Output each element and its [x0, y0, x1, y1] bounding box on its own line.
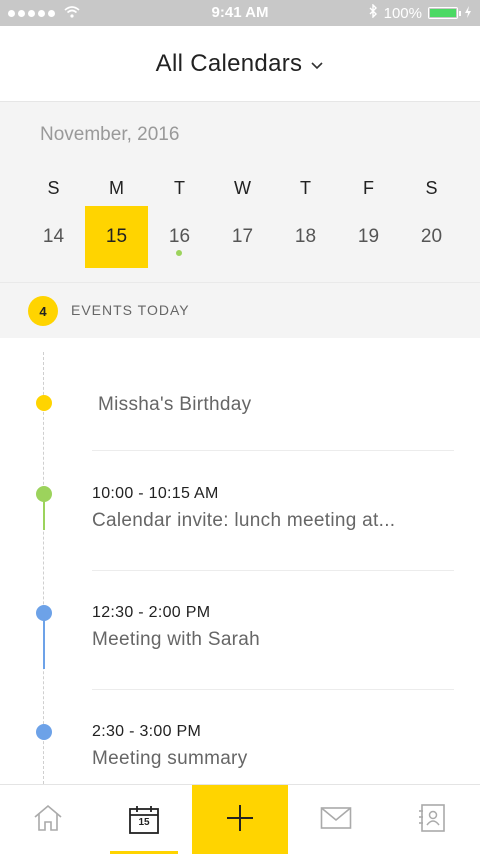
day-number: 20	[420, 226, 443, 247]
event-duration-bar	[43, 500, 45, 530]
weekday-label: T	[300, 178, 311, 198]
battery-icon	[428, 7, 461, 19]
battery-percent: 100%	[383, 4, 422, 22]
calendar-icon: 15	[128, 805, 160, 835]
day-cell[interactable]: 17	[211, 206, 274, 268]
day-number: 19	[357, 226, 380, 247]
event-item[interactable]: 2:30 - 3:00 PM Meeting summary	[0, 690, 480, 784]
event-time: 10:00 - 10:15 AM	[92, 485, 219, 502]
charging-icon	[464, 5, 472, 22]
tab-home[interactable]	[0, 785, 96, 854]
day-number: 18	[294, 226, 317, 247]
day-cell[interactable]: 20	[400, 206, 463, 268]
weekday-label: W	[234, 178, 251, 198]
day-cell[interactable]: 19	[337, 206, 400, 268]
weekday-label: S	[47, 178, 60, 198]
weekday-label: M	[109, 178, 124, 198]
event-time: 2:30 - 3:00 PM	[92, 723, 202, 740]
day-number: 17	[231, 226, 254, 247]
weekday-row: S M T W T F S	[22, 178, 463, 199]
chevron-down-icon	[310, 57, 324, 75]
events-count-badge: 4	[28, 296, 58, 326]
event-item[interactable]: 10:00 - 10:15 AM Calendar invite: lunch …	[0, 450, 480, 571]
event-duration-bar	[43, 619, 45, 669]
event-marker-dot	[36, 724, 52, 740]
week-calendar: November, 2016 S M T W T F S 14 15 16 17…	[0, 102, 480, 282]
weekday-label: S	[425, 178, 438, 198]
tab-messages[interactable]	[288, 785, 384, 854]
calendar-icon-date: 15	[138, 817, 150, 828]
events-today-label: EVENTS TODAY	[71, 302, 190, 318]
contacts-icon	[417, 803, 447, 838]
page-title: All Calendars	[155, 49, 303, 77]
bluetooth-icon	[368, 3, 378, 22]
plus-icon	[225, 803, 255, 838]
day-number: 14	[42, 226, 65, 247]
calendar-selector[interactable]: All Calendars	[0, 26, 480, 102]
weekday-label: F	[363, 178, 374, 198]
tab-contacts[interactable]	[384, 785, 480, 854]
events-timeline: Missha's Birthday 10:00 - 10:15 AM Calen…	[0, 338, 480, 784]
day-cell-selected[interactable]: 15	[85, 206, 148, 268]
month-label: November, 2016	[40, 124, 180, 145]
event-item[interactable]: 12:30 - 2:00 PM Meeting with Sarah	[0, 570, 480, 690]
event-marker-dot	[36, 395, 52, 411]
event-time: 12:30 - 2:00 PM	[92, 604, 211, 621]
weekday-label: T	[174, 178, 185, 198]
tab-bar: 15	[0, 784, 480, 854]
day-number: 15	[105, 226, 128, 247]
event-title: Missha's Birthday	[98, 394, 252, 415]
day-cell[interactable]: 16	[148, 206, 211, 268]
day-number: 16	[168, 226, 191, 247]
add-event-button[interactable]	[192, 785, 288, 854]
status-bar: 9:41 AM 100%	[0, 0, 480, 26]
events-today-header: 4 EVENTS TODAY	[0, 282, 480, 338]
event-title: Meeting summary	[92, 748, 248, 769]
mail-icon	[320, 806, 352, 835]
home-icon	[32, 803, 64, 838]
tab-calendar[interactable]: 15	[96, 785, 192, 854]
day-cell[interactable]: 14	[22, 206, 85, 268]
day-cell[interactable]: 18	[274, 206, 337, 268]
event-title: Meeting with Sarah	[92, 629, 261, 650]
event-indicator-dot	[176, 250, 182, 256]
event-title: Calendar invite: lunch meeting at...	[92, 510, 396, 531]
event-item[interactable]: Missha's Birthday	[0, 338, 480, 451]
day-row: 14 15 16 17 18 19 20	[22, 206, 463, 268]
